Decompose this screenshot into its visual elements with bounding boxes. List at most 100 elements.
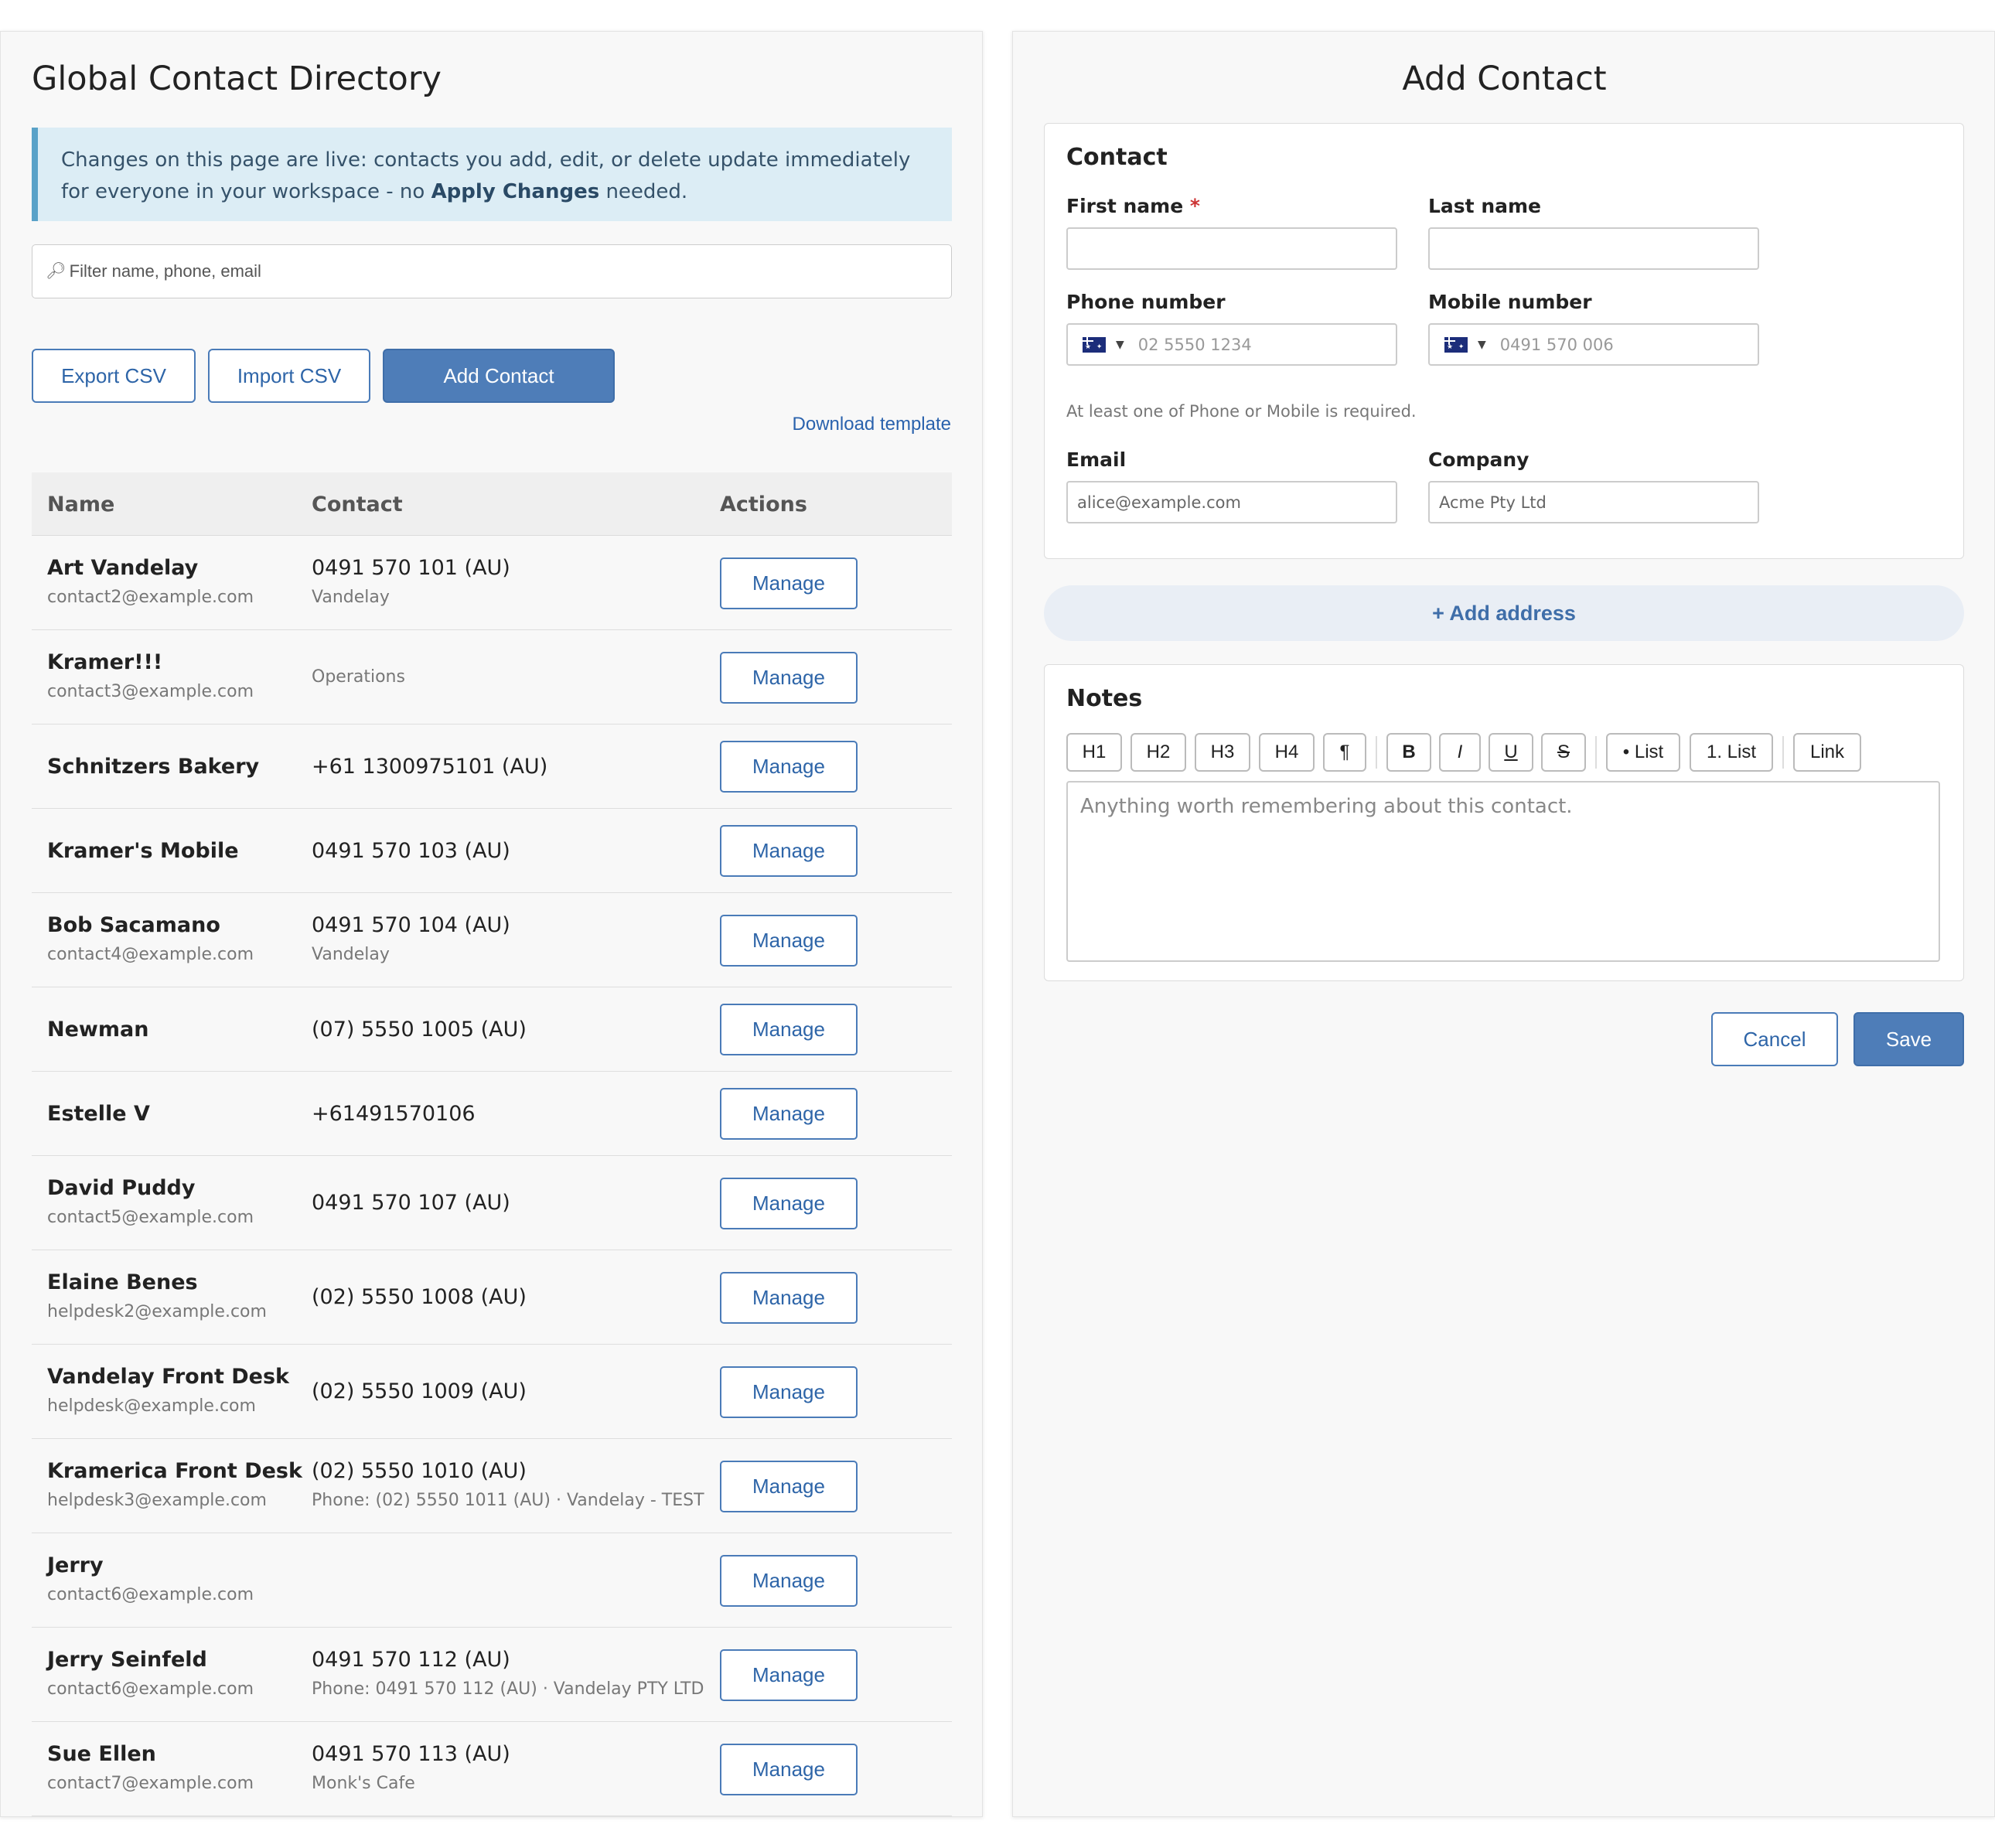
add-contact-button[interactable]: Add Contact — [383, 349, 615, 403]
contact-detail: Vandelay — [312, 945, 390, 964]
contact-name-cell: Sue Ellen contact7@example.com — [47, 1740, 302, 1799]
table-row: Schnitzers Bakery +61 1300975101 (AU) Mana… — [32, 725, 952, 809]
notes-editor[interactable]: Anything worth remembering about this co… — [1066, 781, 1940, 962]
toolbar-link-button[interactable]: Link — [1793, 733, 1861, 772]
contact-phone: (07) 5550 1005 (AU) — [312, 1017, 527, 1042]
phone-hint: At least one of Phone or Mobile is requi… — [1066, 402, 1417, 421]
table-row: Jerry contact6@example.com Manage — [32, 1533, 952, 1628]
toolbar-strikethrough-button[interactable]: S — [1541, 733, 1586, 772]
toolbar-bullet-list-button[interactable]: • List — [1606, 733, 1680, 772]
contact-email: contact2@example.com — [47, 588, 254, 607]
manage-button[interactable]: Manage — [720, 741, 858, 793]
contact-email: helpdesk3@example.com — [47, 1491, 267, 1510]
phone-placeholder: 02 5550 1234 — [1137, 335, 1252, 354]
contact-name-cell: Jerry Seinfeld contact6@example.com — [47, 1645, 302, 1704]
download-template-link[interactable]: Download template — [793, 414, 951, 435]
cancel-button[interactable]: Cancel — [1711, 1012, 1838, 1066]
manage-button[interactable]: Manage — [720, 651, 858, 704]
manage-button[interactable]: Manage — [720, 1177, 858, 1229]
contact-email: helpdesk@example.com — [47, 1396, 256, 1416]
filter-field[interactable]: 🔎︎ — [32, 244, 952, 298]
toolbar-divider — [1376, 736, 1377, 769]
contact-name: Estelle V — [47, 1101, 150, 1126]
toolbar-divider — [1595, 736, 1597, 769]
contact-name-cell: Bob Sacamano contact4@example.com — [47, 911, 302, 970]
contact-phone: +61 1300975101 (AU) — [312, 754, 548, 779]
contact-name-cell: Estelle V — [47, 1100, 302, 1129]
table-row: Newman (07) 5550 1005 (AU) Manage — [32, 987, 952, 1072]
table-row: Vandelay Front Desk helpdesk@example.com (… — [32, 1345, 952, 1439]
phone-number-label: Phone number — [1066, 291, 1226, 313]
contact-phone: (02) 5550 1010 (AU) — [312, 1459, 527, 1483]
contact-email: contact7@example.com — [47, 1774, 254, 1793]
add-address-button[interactable]: + Add address — [1044, 585, 1964, 641]
contact-name: Bob Sacamano — [47, 913, 220, 937]
contact-email: contact5@example.com — [47, 1208, 254, 1227]
contact-name-cell: Kramer!!! contact3@example.com — [47, 648, 302, 707]
contact-name-cell: Art Vandelay contact2@example.com — [47, 554, 302, 612]
contact-phone: 0491 570 113 (AU) — [312, 1742, 510, 1766]
toolbar-italic-button[interactable]: I — [1439, 733, 1481, 772]
contact-phone: 0491 570 103 (AU) — [312, 838, 510, 863]
required-mark: * — [1189, 195, 1200, 217]
manage-button[interactable]: Manage — [720, 825, 858, 877]
last-name-input[interactable] — [1428, 227, 1759, 270]
search-icon: 🔎︎ — [46, 262, 66, 280]
toolbar-paragraph-button[interactable]: ¶ — [1323, 733, 1366, 772]
phone-number-input[interactable]: ▼ 02 5550 1234 — [1066, 323, 1397, 366]
table-row: Jerry Seinfeld contact6@example.com 0491 5… — [32, 1628, 952, 1722]
contact-info-cell: Operations — [312, 663, 729, 692]
contact-phone: (02) 5550 1008 (AU) — [312, 1285, 527, 1309]
toolbar-numbered-list-button[interactable]: 1. List — [1690, 733, 1773, 772]
email-input[interactable]: alice@example.com — [1066, 481, 1397, 523]
manage-button[interactable]: Manage — [720, 557, 858, 609]
import-csv-button[interactable]: Import CSV — [208, 349, 370, 403]
contact-info-cell: (07) 5550 1005 (AU) — [312, 1015, 729, 1045]
toolbar-underline-button[interactable]: U — [1489, 733, 1533, 772]
toolbar-h2-button[interactable]: H2 — [1130, 733, 1186, 772]
notes-placeholder: Anything worth remembering about this co… — [1080, 795, 1573, 818]
manage-button[interactable]: Manage — [720, 914, 858, 967]
contact-name-cell: Elaine Benes helpdesk2@example.com — [47, 1268, 302, 1327]
first-name-input[interactable] — [1066, 227, 1397, 270]
manage-button[interactable]: Manage — [720, 1554, 858, 1607]
save-button[interactable]: Save — [1853, 1012, 1964, 1066]
mobile-number-label: Mobile number — [1428, 291, 1592, 313]
mobile-placeholder: 0491 570 006 — [1499, 335, 1614, 354]
chevron-down-icon: ▼ — [1116, 338, 1124, 351]
manage-button[interactable]: Manage — [720, 1649, 858, 1701]
contact-info-cell: +61 1300975101 (AU) — [312, 752, 729, 782]
first-name-label: First name * — [1066, 195, 1200, 217]
manage-button[interactable]: Manage — [720, 1366, 858, 1418]
manage-button[interactable]: Manage — [720, 1460, 858, 1512]
manage-button[interactable]: Manage — [720, 1271, 858, 1324]
mobile-number-input[interactable]: ▼ 0491 570 006 — [1428, 323, 1759, 366]
contact-name-cell: David Puddy contact5@example.com — [47, 1174, 302, 1233]
company-input[interactable]: Acme Pty Ltd — [1428, 481, 1759, 523]
manage-button[interactable]: Manage — [720, 1743, 858, 1795]
company-label: Company — [1428, 448, 1530, 471]
toolbar-h3-button[interactable]: H3 — [1195, 733, 1250, 772]
country-select[interactable] — [1437, 325, 1475, 364]
contact-detail: Monk's Cafe — [312, 1774, 415, 1793]
contact-name: Jerry Seinfeld — [47, 1648, 207, 1672]
contact-detail: Operations — [312, 667, 405, 687]
contact-name-cell: Jerry contact6@example.com — [47, 1551, 302, 1610]
column-header-actions: Actions — [720, 493, 807, 517]
toolbar-divider — [1782, 736, 1784, 769]
contact-info-cell: (02) 5550 1010 (AU) Phone: (02) 5550 1011… — [312, 1457, 729, 1516]
table-row: Kramer!!! contact3@example.com Operations M… — [32, 630, 952, 725]
filter-input[interactable] — [69, 261, 936, 281]
toolbar-h1-button[interactable]: H1 — [1066, 733, 1122, 772]
country-select[interactable] — [1076, 325, 1113, 364]
table-row: Bob Sacamano contact4@example.com 0491 570… — [32, 893, 952, 987]
contact-name: Kramerica Front Desk — [47, 1459, 302, 1483]
contact-info-cell: 0491 570 113 (AU) Monk's Cafe — [312, 1740, 729, 1799]
toolbar-h4-button[interactable]: H4 — [1259, 733, 1315, 772]
contact-name: Sue Ellen — [47, 1742, 156, 1766]
export-csv-button[interactable]: Export CSV — [32, 349, 196, 403]
manage-button[interactable]: Manage — [720, 1004, 858, 1055]
contact-email: contact4@example.com — [47, 945, 254, 964]
manage-button[interactable]: Manage — [720, 1088, 858, 1140]
toolbar-bold-button[interactable]: B — [1386, 733, 1431, 772]
